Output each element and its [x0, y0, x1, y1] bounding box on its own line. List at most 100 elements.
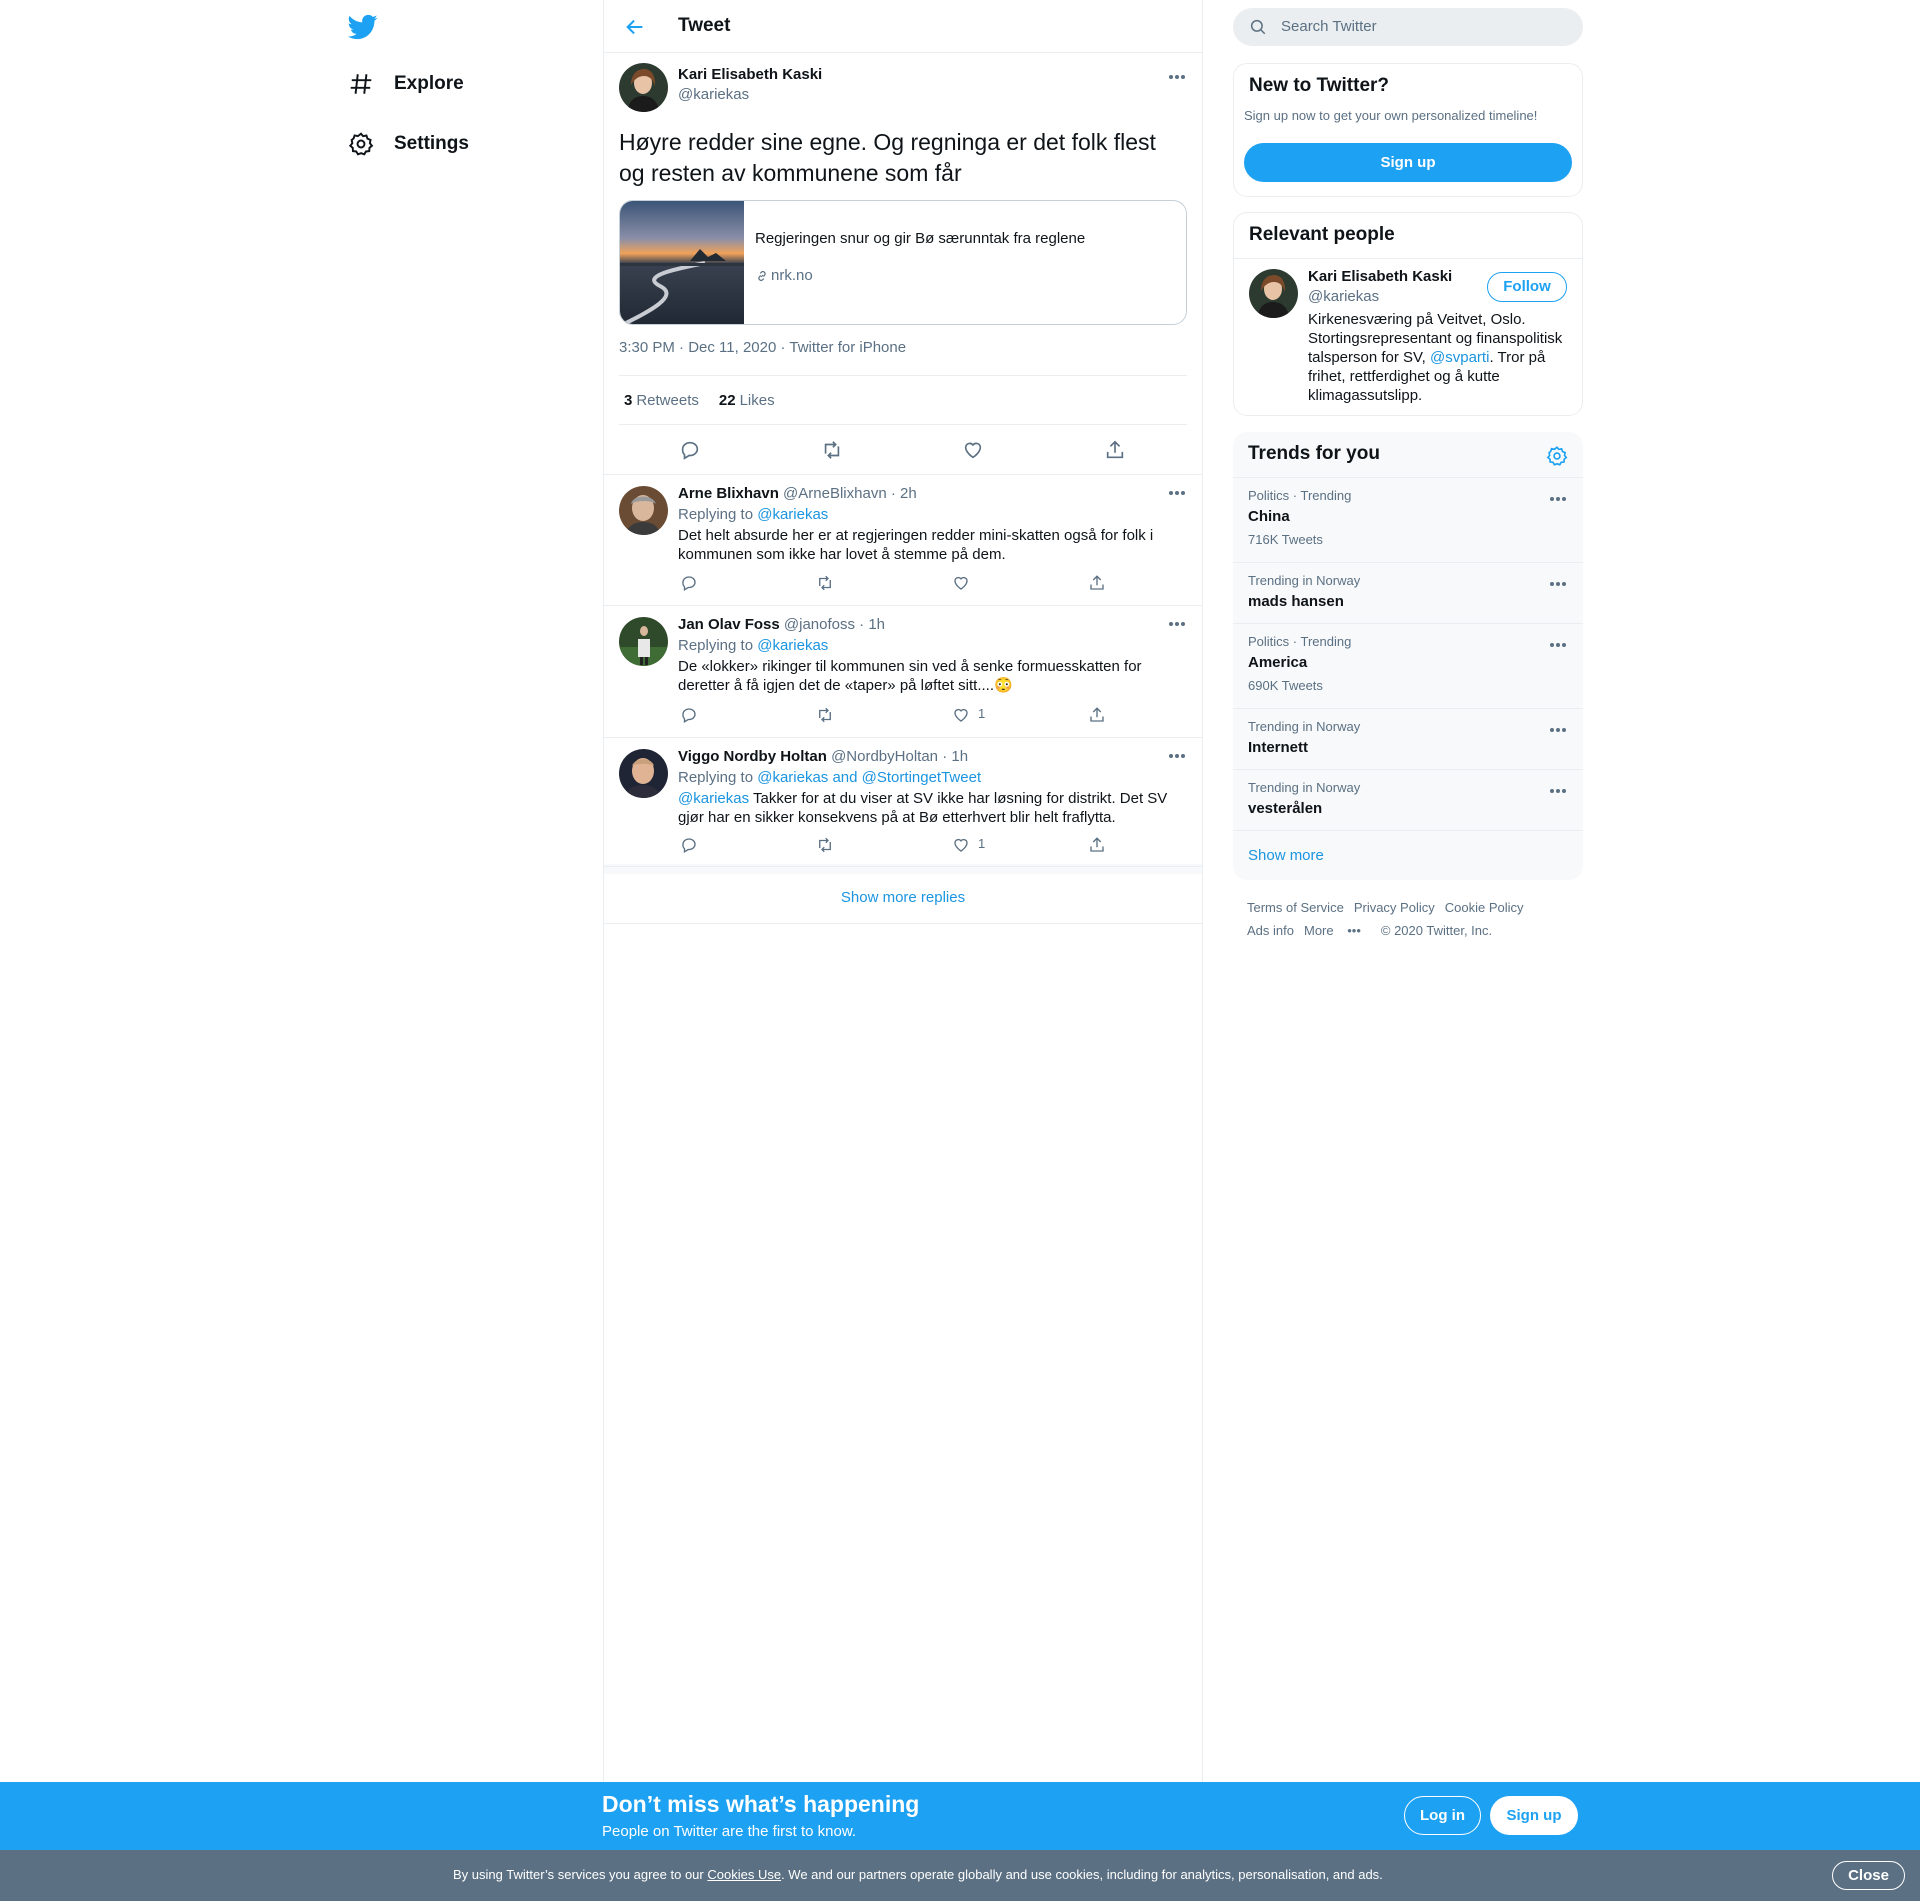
- footer-cookie-link[interactable]: Cookie Policy: [1445, 900, 1524, 915]
- cookie-close-button[interactable]: Close: [1832, 1861, 1905, 1890]
- reply-icon[interactable]: [680, 836, 698, 854]
- tweet-text: Høyre redder sine egne. Og regninga er d…: [619, 129, 1156, 186]
- reply-author-name[interactable]: Arne Blixhavn: [678, 485, 779, 502]
- likes-label: Likes: [739, 391, 775, 409]
- more-options-icon[interactable]: [1548, 495, 1568, 503]
- reply-author-handle[interactable]: @ArneBlixhavn: [783, 485, 887, 502]
- likes-stat[interactable]: 22 Likes: [719, 392, 775, 409]
- share-icon[interactable]: [1088, 574, 1106, 592]
- reply-avatar[interactable]: [619, 617, 668, 666]
- reply-time[interactable]: · 2h: [891, 485, 917, 502]
- share-icon[interactable]: [1104, 439, 1126, 461]
- replying-to-link[interactable]: @kariekas: [757, 637, 828, 654]
- main-tweet: Kari Elisabeth Kaski @kariekas Høyre red…: [604, 53, 1202, 475]
- trend-item[interactable]: Trending in Norway Internett: [1233, 708, 1583, 769]
- more-options-icon[interactable]: [1167, 620, 1187, 628]
- retweet-icon[interactable]: [816, 706, 834, 724]
- link-card[interactable]: Regjeringen snur og gir Bø særunntak fra…: [619, 200, 1187, 325]
- login-button[interactable]: Log in: [1404, 1796, 1481, 1835]
- reply-item[interactable]: Viggo Nordby Holtan @NordbyHoltan · 1h R…: [604, 738, 1202, 868]
- share-icon[interactable]: [1088, 706, 1106, 724]
- trend-item[interactable]: Politics · Trending China 716K Tweets: [1233, 477, 1583, 562]
- retweet-icon[interactable]: [816, 574, 834, 592]
- trends-show-more[interactable]: Show more: [1233, 830, 1583, 880]
- trend-name: China: [1248, 508, 1290, 525]
- trend-item[interactable]: Trending in Norway vesterålen: [1233, 769, 1583, 830]
- more-options-icon[interactable]: [1548, 641, 1568, 649]
- trend-item[interactable]: Trending in Norway mads hansen: [1233, 562, 1583, 623]
- person-handle[interactable]: @kariekas: [1308, 288, 1379, 305]
- person-bio-mention[interactable]: @svparti: [1430, 349, 1489, 366]
- replying-to-link[interactable]: @kariekas: [757, 506, 828, 523]
- twitter-bird-icon[interactable]: [348, 12, 378, 42]
- person-avatar[interactable]: [1249, 269, 1298, 318]
- more-options-icon[interactable]: [1548, 726, 1568, 734]
- trends-show-more-label: Show more: [1248, 847, 1324, 864]
- tweet-stats: 3 Retweets 22 Likes: [619, 375, 1187, 425]
- footer-terms-link[interactable]: Terms of Service: [1247, 900, 1344, 915]
- card-thumbnail: [620, 201, 744, 324]
- cookies-use-link[interactable]: Cookies Use: [707, 1867, 781, 1882]
- footer-privacy-link[interactable]: Privacy Policy: [1354, 900, 1435, 915]
- search-input[interactable]: Search Twitter: [1233, 8, 1583, 46]
- reply-mention[interactable]: @kariekas: [678, 790, 749, 807]
- reply-item[interactable]: Arne Blixhavn @ArneBlixhavn · 2h Replyin…: [604, 475, 1202, 606]
- reply-avatar[interactable]: [619, 486, 668, 535]
- trend-context: Politics · Trending: [1248, 488, 1352, 503]
- share-icon[interactable]: [1088, 836, 1106, 854]
- reply-author-handle[interactable]: @NordbyHoltan: [831, 748, 938, 765]
- replying-to-link[interactable]: @kariekas and @StortingetTweet: [757, 769, 981, 786]
- footer-more-link[interactable]: More •••: [1304, 923, 1371, 938]
- author-handle[interactable]: @kariekas: [678, 86, 749, 103]
- follow-button[interactable]: Follow: [1487, 272, 1567, 302]
- more-options-icon[interactable]: [1167, 752, 1187, 760]
- reply-icon[interactable]: [680, 574, 698, 592]
- more-options-icon[interactable]: [1167, 73, 1187, 81]
- more-options-icon[interactable]: [1548, 787, 1568, 795]
- reply-time[interactable]: · 1h: [942, 748, 968, 765]
- like-icon[interactable]: [952, 836, 970, 854]
- author-avatar[interactable]: [619, 63, 668, 112]
- trend-item[interactable]: Politics · Trending America 690K Tweets: [1233, 623, 1583, 708]
- person-name[interactable]: Kari Elisabeth Kaski: [1308, 268, 1452, 285]
- replying-to-label: Replying to: [678, 506, 758, 523]
- reply-text: @kariekas Takker for at du viser at SV i…: [678, 789, 1193, 827]
- more-options-icon[interactable]: [1167, 489, 1187, 497]
- reply-item[interactable]: Jan Olav Foss @janofoss · 1h Replying to…: [604, 606, 1202, 738]
- retweets-stat[interactable]: 3 Retweets: [624, 392, 699, 409]
- like-icon[interactable]: [952, 574, 970, 592]
- show-more-replies-button[interactable]: Show more replies: [604, 866, 1202, 924]
- reply-author-name[interactable]: Viggo Nordby Holtan: [678, 748, 827, 765]
- trend-count: 690K Tweets: [1248, 678, 1323, 693]
- banner-signup-button[interactable]: Sign up: [1490, 1796, 1578, 1835]
- reply-icon[interactable]: [679, 439, 701, 461]
- like-icon[interactable]: [962, 439, 984, 461]
- footer-more-label: More: [1303, 923, 1334, 938]
- card-domain: nrk.no: [771, 267, 813, 284]
- like-icon[interactable]: [952, 706, 970, 724]
- page-title: Tweet: [678, 15, 731, 36]
- trend-context: Politics · Trending: [1248, 634, 1352, 649]
- retweet-icon[interactable]: [821, 439, 843, 461]
- nav-settings[interactable]: Settings: [348, 124, 469, 164]
- retweet-icon[interactable]: [816, 836, 834, 854]
- trend-name: vesterålen: [1248, 800, 1323, 817]
- gear-icon[interactable]: [1546, 445, 1568, 467]
- reply-author-name[interactable]: Jan Olav Foss: [678, 616, 780, 633]
- reply-avatar[interactable]: [619, 749, 668, 798]
- reply-author-handle[interactable]: @janofoss: [784, 616, 855, 633]
- nav-explore[interactable]: Explore: [348, 64, 464, 104]
- footer-ads-link[interactable]: Ads info: [1247, 923, 1294, 938]
- person-bio: Kirkenesværing på Veitvet, Oslo. Stortin…: [1308, 310, 1573, 405]
- reply-icon[interactable]: [680, 706, 698, 724]
- reply-time[interactable]: · 1h: [859, 616, 885, 633]
- sign-up-button[interactable]: Sign up: [1244, 143, 1572, 182]
- footer-links: Terms of Service Privacy Policy Cookie Pol…: [1247, 896, 1577, 942]
- new-to-twitter-box: New to Twitter? Sign up now to get your …: [1233, 63, 1583, 197]
- replying-to-label: Replying to: [678, 769, 758, 786]
- back-arrow-icon[interactable]: [624, 16, 646, 38]
- author-name[interactable]: Kari Elisabeth Kaski: [678, 66, 822, 83]
- tweet-timestamp[interactable]: 3:30 PM · Dec 11, 2020 · Twitter for iPh…: [604, 325, 1202, 375]
- nav-settings-label: Settings: [394, 133, 469, 154]
- more-options-icon[interactable]: [1548, 580, 1568, 588]
